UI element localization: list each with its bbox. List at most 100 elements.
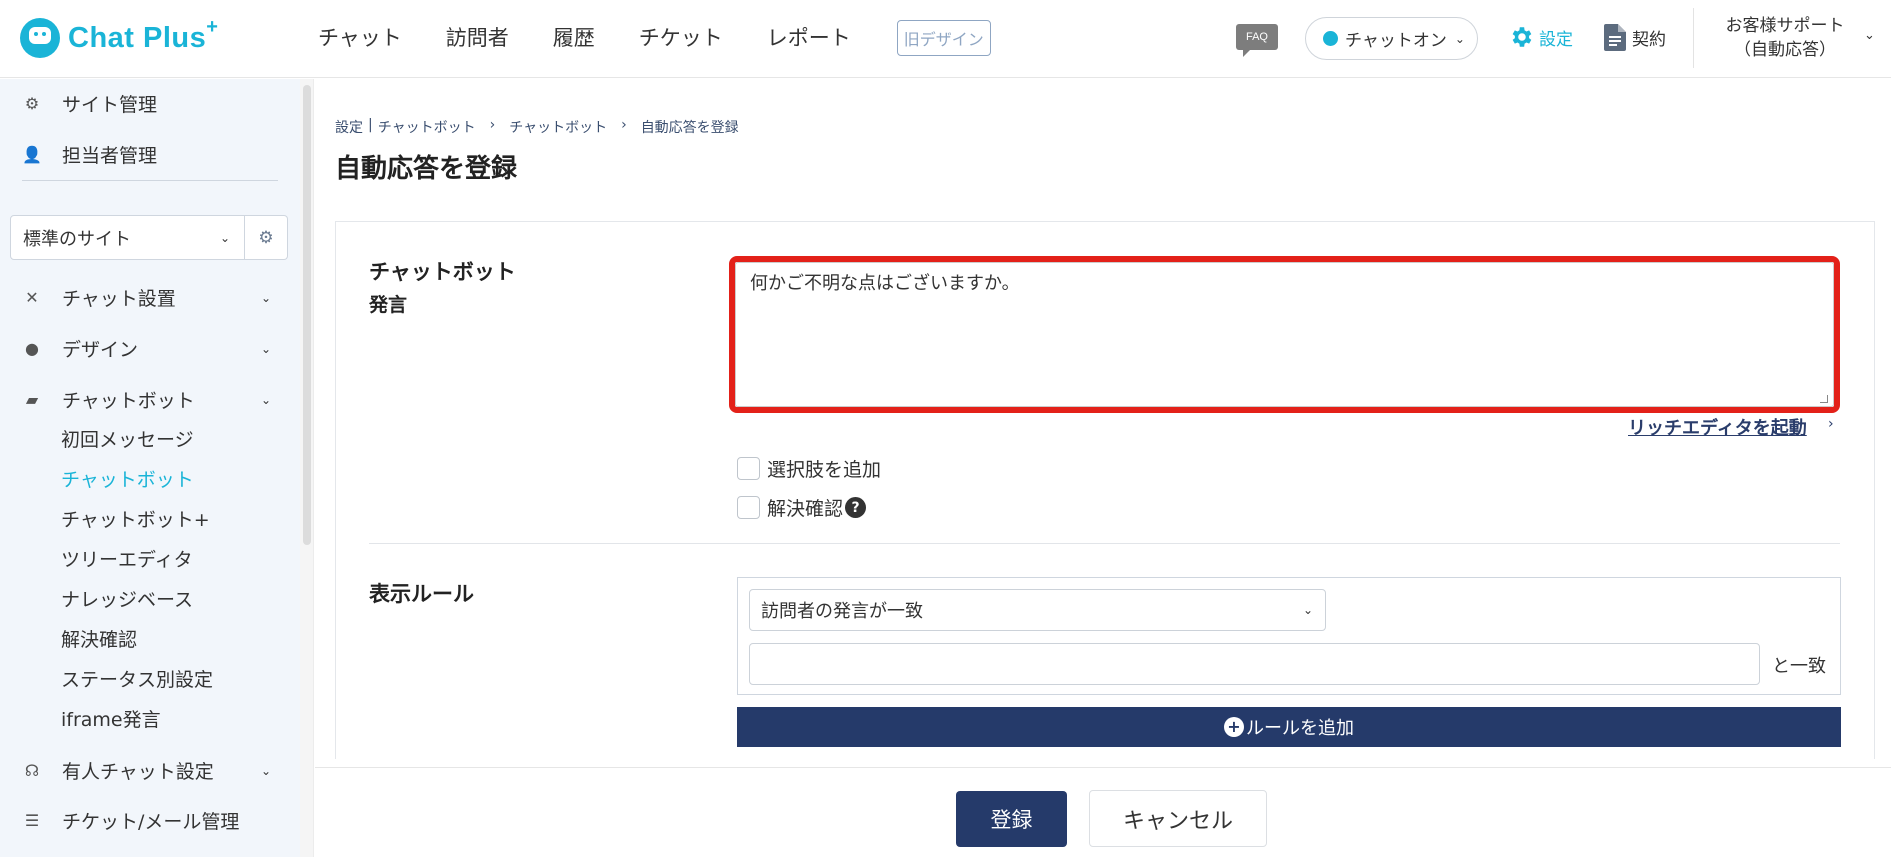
rule-keyword-input[interactable] [749, 643, 1760, 685]
chat-status-dropdown[interactable]: チャットオン ⌄ [1305, 17, 1478, 60]
sidebar-item-site-management[interactable]: ⚙ サイト管理 [22, 90, 277, 117]
cancel-button[interactable]: キャンセル [1089, 790, 1267, 847]
settings-label: 設定 [1539, 29, 1573, 50]
logo-text: Chat Plus [68, 21, 207, 54]
chatplus-logo[interactable]: Chat Plus+ [20, 16, 218, 60]
chevron-right-icon: › [1828, 416, 1834, 432]
rich-editor-link[interactable]: リッチエディタを起動 [1628, 414, 1807, 440]
speech-sublabel: 発言 [369, 294, 408, 316]
chat-bubbles-icon: ▰ [25, 390, 39, 409]
chevron-down-icon: ⌄ [260, 392, 271, 407]
list-icon: ☰ [24, 811, 40, 830]
add-choice-option[interactable]: 選択肢を追加 [737, 455, 881, 482]
sidebar-scrollbar[interactable] [300, 79, 314, 857]
support-mode: （自動応答） [1734, 40, 1836, 60]
site-select-value: 標準のサイト [23, 228, 131, 250]
palette-icon: ● [25, 339, 39, 358]
sidebar-item-label: デザイン [62, 339, 139, 361]
sidebar-item-design[interactable]: ● デザイン ⌄ [22, 335, 277, 362]
resize-handle[interactable] [1820, 395, 1828, 403]
rule-condition-value: 訪問者の発言が一致 [761, 601, 923, 622]
gear-icon [1512, 27, 1532, 47]
breadcrumb-chevron: › [621, 117, 627, 133]
chevron-down-icon[interactable]: ⌄ [1864, 28, 1875, 43]
sidebar-item-chat-setup[interactable]: ✕ チャット設置 ⌄ [22, 284, 277, 311]
sidebar-divider [22, 180, 278, 181]
rule-suffix-label: と一致 [1772, 656, 1826, 677]
submit-button[interactable]: 登録 [956, 791, 1067, 847]
nav-chat[interactable]: チャット [318, 21, 402, 55]
sidebar-item-label: 担当者管理 [62, 145, 158, 167]
support-name: お客様サポート [1725, 16, 1845, 36]
site-select[interactable]: 標準のサイト ⌄ [10, 215, 245, 260]
add-rule-button[interactable]: + ルールを追加 [737, 707, 1841, 747]
nav-visitors[interactable]: 訪問者 [446, 21, 509, 55]
user-gear-icon: 👤 [22, 145, 42, 164]
resolve-check-checkbox[interactable] [737, 496, 760, 519]
rule-condition-select[interactable]: 訪問者の発言が一致 ⌄ [749, 589, 1326, 631]
breadcrumb-separator: | [368, 117, 373, 133]
sidebar-subitem-chatbot-plus[interactable]: チャットボット+ [61, 505, 210, 532]
help-question-icon[interactable]: ? [845, 497, 867, 518]
chevron-down-icon: ⌄ [219, 230, 230, 245]
contract-label: 契約 [1632, 30, 1666, 50]
resolve-check-option[interactable]: 解決確認 ? [737, 494, 867, 521]
speech-textarea[interactable]: 何かご不明な点はございますか。 [735, 262, 1834, 407]
account-menu[interactable]: お客様サポート （自動応答） [1715, 14, 1855, 62]
sidebar-item-label: チャットボット [62, 390, 195, 412]
breadcrumb-current: 自動応答を登録 [640, 120, 739, 136]
status-label: チャットオン [1345, 31, 1447, 51]
headset-icon: ☊ [24, 761, 40, 780]
sidebar-item-label: 有人チャット設定 [62, 761, 214, 783]
gears-icon: ⚙ [258, 227, 274, 248]
add-choice-checkbox[interactable] [737, 457, 760, 480]
chevron-down-icon: ⌄ [260, 341, 271, 356]
add-rule-label: ルールを追加 [1246, 718, 1354, 739]
chevron-down-icon: ⌄ [260, 290, 271, 305]
sidebar-subitem-initial-message[interactable]: 初回メッセージ [61, 425, 194, 452]
breadcrumb-chatbot-section[interactable]: チャットボット [378, 117, 476, 137]
sidebar-subitem-knowledge-base[interactable]: ナレッジベース [61, 585, 193, 612]
nav-report[interactable]: レポート [767, 21, 851, 55]
global-nav: チャット 訪問者 履歴 チケット レポート 旧デザイン [318, 20, 991, 56]
chevron-down-icon: ⌄ [1454, 31, 1465, 46]
faq-icon[interactable]: FAQ [1236, 24, 1278, 58]
contract-link[interactable]: 契約 [1604, 24, 1666, 51]
header-divider [1693, 8, 1694, 68]
old-design-button[interactable]: 旧デザイン [896, 20, 991, 56]
scrollbar-thumb[interactable] [303, 85, 311, 545]
top-header: Chat Plus+ チャット 訪問者 履歴 チケット レポート 旧デザイン F… [0, 0, 1891, 78]
section-divider [369, 543, 1840, 544]
nav-history[interactable]: 履歴 [553, 21, 595, 55]
sidebar-item-ticket-mail[interactable]: ☰ チケット/メール管理 [22, 807, 277, 834]
sidebar-item-staff-management[interactable]: 👤 担当者管理 [22, 141, 277, 168]
sidebar-item-chatbot[interactable]: ▰ チャットボット ⌄ [22, 386, 277, 413]
display-rule-label: 表示ルール [369, 582, 474, 606]
tools-icon: ✕ [25, 288, 39, 307]
gears-icon: ⚙ [24, 94, 40, 113]
breadcrumb-chevron: › [489, 117, 496, 133]
sidebar-item-live-chat[interactable]: ☊ 有人チャット設定 ⌄ [22, 757, 277, 784]
sidebar-subitem-chatbot[interactable]: チャットボット [61, 465, 194, 492]
sidebar-item-label: チケット/メール管理 [62, 811, 240, 833]
page-title: 自動応答を登録 [335, 154, 518, 184]
faq-label: FAQ [1236, 24, 1278, 50]
breadcrumb: 設定 | チャットボット › チャットボット › 自動応答を登録 [335, 117, 739, 137]
chevron-down-icon: ⌄ [260, 763, 271, 778]
sidebar-item-label: チャット設置 [62, 288, 176, 310]
sidebar-subitem-resolution-check[interactable]: 解決確認 [61, 625, 137, 652]
chat-bubble-logo-icon [20, 18, 60, 58]
sidebar-subitem-status-settings[interactable]: ステータス別設定 [61, 665, 213, 692]
sidebar-item-label: サイト管理 [62, 94, 158, 116]
nav-ticket[interactable]: チケット [639, 21, 723, 55]
sidebar-subitem-iframe[interactable]: iframe発言 [61, 705, 161, 732]
site-settings-button[interactable]: ⚙ [245, 215, 288, 260]
breadcrumb-chatbot[interactable]: チャットボット [509, 117, 607, 137]
plus-circle-icon: + [1224, 717, 1244, 737]
sidebar-subitem-tree-editor[interactable]: ツリーエディタ [61, 545, 193, 572]
breadcrumb-settings[interactable]: 設定 [335, 117, 363, 137]
speech-label: チャットボット [369, 260, 516, 284]
status-online-icon [1323, 31, 1338, 46]
settings-link[interactable]: 設定 [1508, 24, 1573, 50]
add-choice-label: 選択肢を追加 [767, 459, 882, 481]
